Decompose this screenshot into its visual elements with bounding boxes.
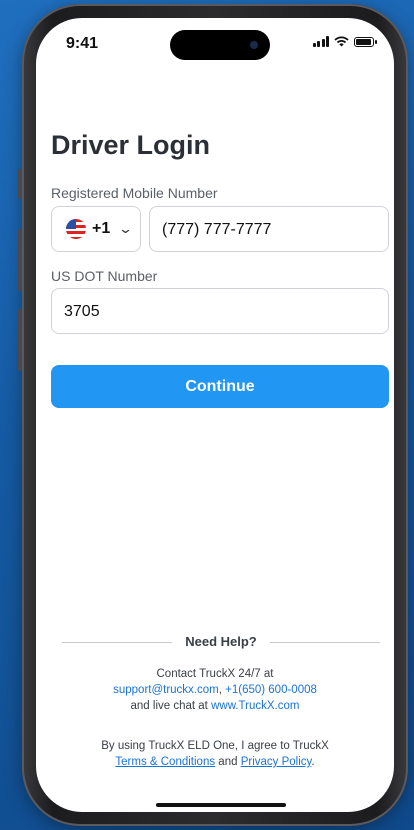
support-phone-link[interactable]: +1(650) 600-0008 xyxy=(225,684,317,696)
country-code: +1 xyxy=(92,220,111,237)
mobile-number-input[interactable]: (777) 777-7777 xyxy=(149,206,389,252)
chevron-down-icon: ⌄ xyxy=(118,221,134,236)
dot-number-value: 3705 xyxy=(64,303,100,320)
volume-down-button xyxy=(18,309,22,371)
contact-line-1: Contact TruckX 24/7 at xyxy=(156,668,274,680)
cellular-signal-icon xyxy=(312,36,329,47)
dynamic-island xyxy=(170,30,270,60)
phone-frame: 9:41 Driver Login Registered Mobile Numb… xyxy=(18,4,408,826)
terms-link[interactable]: Terms & Conditions xyxy=(115,756,215,768)
wifi-icon xyxy=(334,36,349,47)
dot-number-label: US DOT Number xyxy=(51,268,158,284)
country-code-select[interactable]: +1 ⌄ xyxy=(51,206,141,252)
website-link[interactable]: www.TruckX.com xyxy=(211,700,299,712)
home-indicator[interactable] xyxy=(156,803,286,807)
terms-line-2: Terms & Conditions and Privacy Policy. xyxy=(115,756,315,768)
contact-line-3: and live chat at www.TruckX.com xyxy=(130,700,300,712)
need-help-divider: Need Help? xyxy=(62,632,380,652)
contact-line-2: support@truckx.com, +1(650) 600-0008 xyxy=(113,684,317,696)
app-screen: 9:41 Driver Login Registered Mobile Numb… xyxy=(36,18,394,812)
mobile-number-value: (777) 777-7777 xyxy=(162,221,272,238)
mobile-number-label: Registered Mobile Number xyxy=(51,185,218,201)
need-help-heading: Need Help? xyxy=(179,634,263,649)
continue-button[interactable]: Continue xyxy=(51,365,389,408)
volume-up-button xyxy=(18,229,22,291)
status-icons xyxy=(312,36,377,47)
us-flag-icon xyxy=(66,219,86,239)
status-time: 9:41 xyxy=(66,35,99,52)
support-email-link[interactable]: support@truckx.com xyxy=(113,684,219,696)
dot-number-input[interactable]: 3705 xyxy=(51,288,389,334)
status-bar: 9:41 xyxy=(36,18,394,68)
terms-line-1: By using TruckX ELD One, I agree to Truc… xyxy=(101,740,329,752)
privacy-policy-link[interactable]: Privacy Policy xyxy=(241,756,312,768)
page-title: Driver Login xyxy=(51,130,211,160)
mute-switch xyxy=(18,169,22,199)
camera-icon xyxy=(250,41,258,49)
battery-icon xyxy=(354,36,377,47)
